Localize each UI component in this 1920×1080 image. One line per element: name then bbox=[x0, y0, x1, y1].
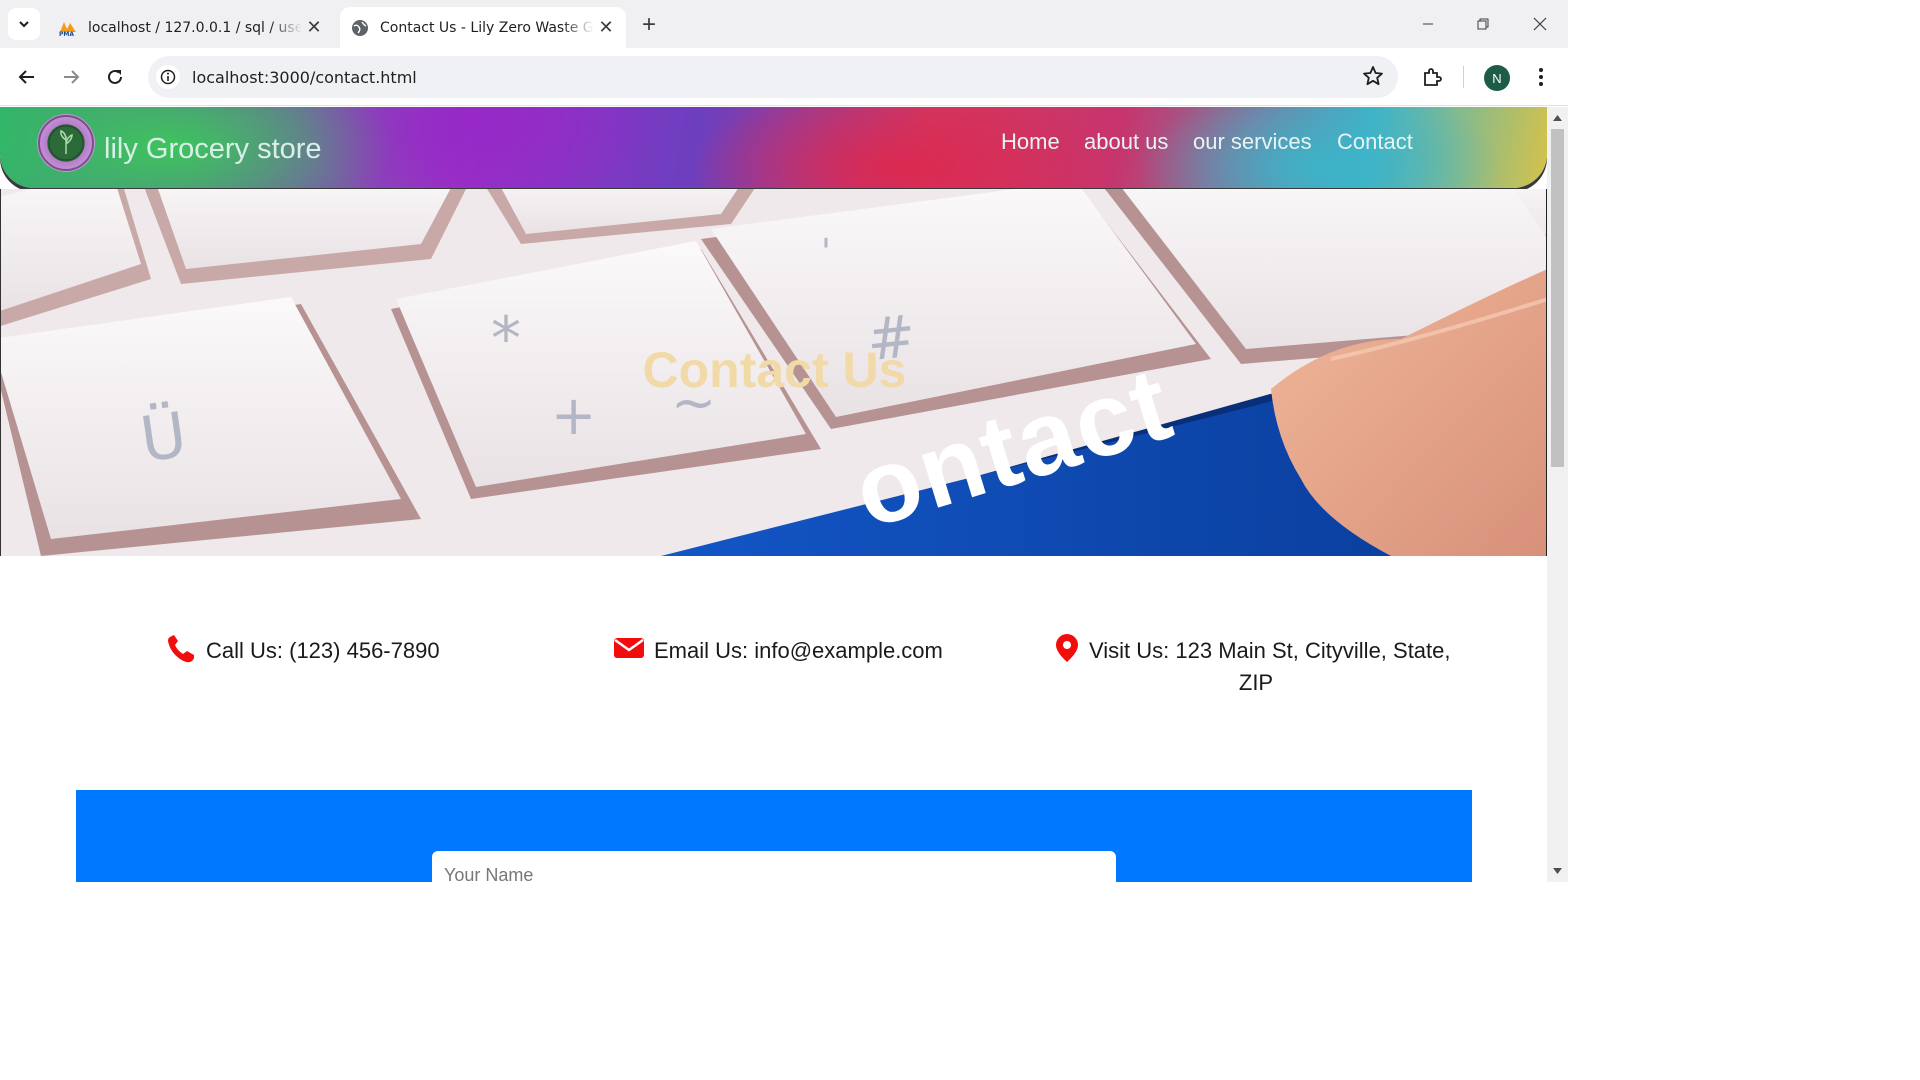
name-input[interactable] bbox=[432, 851, 1116, 882]
extensions-button[interactable] bbox=[1416, 61, 1448, 93]
restore-button[interactable] bbox=[1463, 8, 1503, 40]
url-text[interactable]: localhost:3000/contact.html bbox=[192, 68, 417, 87]
bookmark-star-icon[interactable] bbox=[1362, 65, 1384, 92]
email-text[interactable]: Email Us: info@example.com bbox=[654, 638, 943, 663]
minimize-button[interactable] bbox=[1408, 8, 1448, 40]
nav-about-us[interactable]: about us bbox=[1084, 129, 1168, 155]
contact-address: Visit Us: 123 Main St, Cityville, State,… bbox=[1055, 634, 1475, 699]
address-bar[interactable]: localhost:3000/contact.html bbox=[148, 56, 1398, 98]
brand-name[interactable]: lily Grocery store bbox=[104, 133, 322, 166]
back-button[interactable] bbox=[11, 61, 43, 93]
phpmyadmin-icon: PMA bbox=[58, 18, 78, 38]
chevron-down-icon bbox=[19, 21, 29, 28]
scroll-up-arrow-icon[interactable] bbox=[1551, 111, 1564, 124]
tab-search-button[interactable] bbox=[8, 8, 40, 40]
scrollbar-thumb[interactable] bbox=[1551, 129, 1564, 467]
browser-tabstrip: PMA localhost / 127.0.0.1 / sql / user ✕… bbox=[0, 0, 1568, 48]
close-tab-icon[interactable]: ✕ bbox=[302, 16, 326, 40]
menu-button[interactable] bbox=[1525, 61, 1557, 93]
new-tab-button[interactable]: + bbox=[636, 11, 662, 38]
tab-title: localhost / 127.0.0.1 / sql / user bbox=[88, 19, 302, 36]
contact-email: Email Us: info@example.com bbox=[614, 635, 943, 667]
close-window-button[interactable] bbox=[1520, 8, 1560, 40]
store-logo[interactable] bbox=[37, 114, 95, 172]
address-text-line1: Visit Us: 123 Main St, Cityville, State, bbox=[1089, 638, 1451, 663]
scroll-down-arrow-icon[interactable] bbox=[1551, 864, 1564, 877]
envelope-icon bbox=[614, 638, 644, 659]
arrow-left-icon bbox=[18, 70, 34, 84]
close-icon bbox=[1533, 17, 1547, 31]
toolbar-divider bbox=[1463, 66, 1464, 88]
svg-text:': ' bbox=[821, 232, 831, 273]
more-vertical-icon bbox=[1539, 68, 1543, 86]
profile-avatar[interactable]: N bbox=[1484, 65, 1510, 91]
arrow-right-icon bbox=[64, 70, 80, 84]
page-title: Contact Us bbox=[642, 342, 907, 398]
nav-contact[interactable]: Contact bbox=[1337, 129, 1413, 155]
svg-text:PMA: PMA bbox=[59, 31, 74, 36]
page-scrollbar[interactable] bbox=[1547, 107, 1568, 882]
globe-icon bbox=[350, 18, 370, 38]
tab-phpmyadmin[interactable]: PMA localhost / 127.0.0.1 / sql / user ✕ bbox=[48, 7, 334, 48]
site-info-icon[interactable] bbox=[156, 65, 180, 89]
forward-button[interactable] bbox=[55, 61, 87, 93]
tab-contact-us[interactable]: Contact Us - Lily Zero Waste Grocery ✕ bbox=[340, 7, 626, 48]
nav-our-services[interactable]: our services bbox=[1193, 129, 1312, 155]
close-tab-icon[interactable]: ✕ bbox=[594, 16, 618, 40]
contact-form-section bbox=[76, 790, 1472, 882]
contact-phone: Call Us: (123) 456-7890 bbox=[166, 635, 440, 667]
page-viewport: lily Grocery store Home about us our ser… bbox=[0, 107, 1547, 882]
reload-icon bbox=[108, 69, 122, 84]
phone-text[interactable]: Call Us: (123) 456-7890 bbox=[206, 638, 440, 663]
reload-button[interactable] bbox=[99, 61, 131, 93]
address-text-line2: ZIP bbox=[1238, 670, 1274, 695]
restore-icon bbox=[1477, 18, 1489, 30]
puzzle-icon bbox=[1424, 68, 1442, 86]
browser-toolbar: localhost:3000/contact.html N bbox=[0, 48, 1568, 106]
tab-title: Contact Us - Lily Zero Waste Grocery bbox=[380, 19, 594, 36]
minimize-icon bbox=[1423, 23, 1433, 25]
leaf-logo-icon bbox=[38, 115, 94, 171]
phone-icon bbox=[168, 635, 194, 663]
nav-home[interactable]: Home bbox=[1001, 129, 1060, 155]
site-header: lily Grocery store Home about us our ser… bbox=[0, 107, 1547, 188]
map-pin-icon bbox=[1056, 634, 1078, 663]
hero-banner: Ü * + ~ # ' ontact Contact Us bbox=[0, 189, 1547, 556]
